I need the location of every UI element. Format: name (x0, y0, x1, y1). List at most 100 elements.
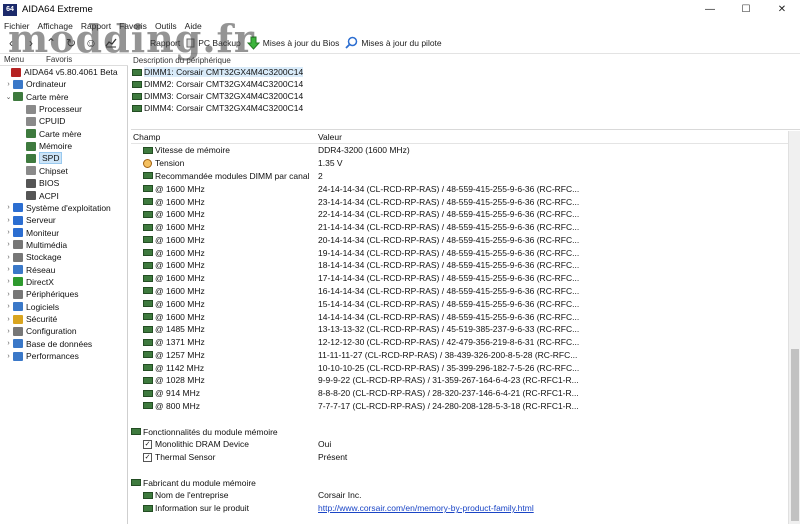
memory-module-icon (143, 198, 153, 205)
refresh-icon[interactable]: ↻ (62, 34, 80, 52)
tab-menu[interactable]: Menu (4, 55, 24, 64)
tree-item[interactable]: › Système d'exploitation (4, 202, 110, 214)
device-item[interactable]: DIMM4: Corsair CMT32GX4M4C3200C14 (131, 102, 800, 114)
device-item[interactable]: DIMM1: Corsair CMT32GX4M4C3200C14 (131, 66, 800, 78)
tree-item[interactable]: Mémoire (26, 140, 72, 152)
tree-item[interactable]: › Moniteur (4, 227, 59, 239)
tree-item[interactable]: Carte mère (26, 128, 82, 140)
table-row: ✓ Thermal Sensor Présent (131, 451, 788, 464)
up-icon[interactable]: ⌃ (42, 34, 60, 52)
column-header-value[interactable]: Valeur (318, 132, 342, 142)
memory-module-icon (132, 92, 142, 100)
tree-item[interactable]: Chipset (26, 165, 68, 177)
download-arrow-icon (246, 36, 260, 50)
tree-expander-icon[interactable]: › (4, 81, 13, 88)
tree-item[interactable]: › Sécurité (4, 313, 57, 325)
tree-item[interactable]: ⌄ Carte mère (4, 91, 69, 103)
field-label: @ 1600 MHz (155, 196, 205, 207)
driver-update-button[interactable]: Mises à jour du pilote (345, 34, 442, 52)
value-cell: 2 (318, 170, 323, 181)
tree-item[interactable]: › Logiciels (4, 301, 59, 313)
tree-expander-icon[interactable]: › (4, 353, 13, 360)
chart-icon[interactable] (102, 34, 120, 52)
menu-affichage[interactable]: Affichage (38, 21, 73, 31)
tree-expander-icon[interactable]: › (4, 303, 13, 310)
value-cell: Corsair Inc. (318, 490, 362, 501)
close-button[interactable]: ✕ (764, 0, 800, 19)
menu-aide[interactable]: Aide (185, 21, 202, 31)
value-cell: 23-14-14-34 (CL-RCD-RP-RAS) / 48-559-415… (318, 196, 580, 207)
field-cell: @ 1600 MHz (143, 248, 205, 258)
tree-expander-icon[interactable]: › (4, 254, 13, 261)
tree-item[interactable]: › Performances (4, 350, 79, 362)
table-row: @ 1600 MHz 23-14-14-34 (CL-RCD-RP-RAS) / … (131, 195, 788, 208)
scrollbar-thumb[interactable] (791, 349, 799, 521)
tree-expander-icon[interactable]: › (4, 328, 13, 335)
tree-expander-icon[interactable]: › (4, 316, 13, 323)
menu-rapport[interactable]: Rapport (81, 21, 111, 31)
device-item[interactable]: DIMM3: Corsair CMT32GX4M4C3200C14 (131, 90, 800, 102)
tree-item[interactable]: BIOS (26, 177, 59, 189)
tree-item[interactable]: › Multimédia (4, 239, 67, 251)
tree-item[interactable]: Processeur (26, 103, 82, 115)
back-icon[interactable]: ‹ (2, 34, 20, 52)
tree-expander-icon[interactable]: › (4, 229, 13, 236)
tree-item[interactable]: › Réseau (4, 264, 55, 276)
device-description-header: Description du périphérique (133, 55, 231, 65)
tree-expander-icon[interactable]: › (4, 241, 13, 248)
tree-item-label: Carte mère (39, 128, 82, 139)
value-cell: 13-13-13-32 (CL-RCD-RP-RAS) / 45-519-385… (318, 324, 580, 335)
device-item-label: DIMM1: Corsair CMT32GX4M4C3200C14 (144, 67, 304, 77)
tree-item-icon (26, 129, 36, 139)
tree-item[interactable]: › Serveur (4, 214, 55, 226)
tree-item[interactable]: SPD (26, 152, 63, 165)
menu-outils[interactable]: Outils (155, 21, 177, 31)
backup-icon (186, 38, 195, 47)
table-row: @ 1142 MHz 10-10-10-25 (CL-RCD-RP-RAS) / … (131, 361, 788, 374)
product-info-link[interactable]: http://www.corsair.com/en/memory-by-prod… (318, 503, 534, 513)
tree-item[interactable]: › Configuration (4, 325, 76, 337)
forward-icon[interactable]: › (22, 34, 40, 52)
menu-favoris[interactable]: Favoris (119, 21, 147, 31)
field-cell: @ 800 MHz (143, 401, 200, 411)
tree-item[interactable]: › Stockage (4, 251, 61, 263)
tree-expander-icon[interactable]: › (4, 340, 13, 347)
tree-item-icon (13, 289, 23, 299)
tab-favoris[interactable]: Favoris (46, 55, 72, 64)
tree-item[interactable]: CPUID (26, 115, 65, 127)
tree-expander-icon[interactable]: › (4, 217, 13, 224)
column-header-field[interactable]: Champ (133, 132, 160, 142)
tree-item[interactable]: › Périphériques (4, 288, 78, 300)
tree-item[interactable]: AIDA64 v5.80.4061 Beta (2, 66, 118, 78)
navigation-tree: AIDA64 v5.80.4061 Beta › Ordinateur ⌄ Carte … (0, 66, 128, 524)
vertical-scrollbar[interactable] (788, 131, 800, 524)
device-item-label: DIMM4: Corsair CMT32GX4M4C3200C14 (144, 103, 304, 113)
tree-item[interactable]: › DirectX (4, 276, 54, 288)
details-table: Vitesse de mémoire DDR4-3200 (1600 MHz) Te… (131, 144, 788, 524)
field-cell: @ 1600 MHz (143, 273, 205, 283)
tree-expander-icon[interactable]: › (4, 291, 13, 298)
device-item[interactable]: DIMM2: Corsair CMT32GX4M4C3200C14 (131, 78, 800, 90)
pc-backup-button[interactable]: PC Backup (186, 34, 241, 52)
tree-expander-icon[interactable]: › (4, 204, 13, 211)
table-row: @ 1600 MHz 19-14-14-34 (CL-RCD-RP-RAS) / … (131, 246, 788, 259)
tree-item[interactable]: ACPI (26, 190, 59, 202)
field-label: @ 1371 MHz (155, 337, 205, 348)
tree-expander-icon[interactable]: › (4, 278, 13, 285)
minimize-button[interactable]: — (692, 0, 728, 19)
rapport-button-label: Rapport (150, 37, 181, 48)
tree-item[interactable]: › Base de données (4, 338, 92, 350)
table-section-header: Fonctionnalités du module mémoire (131, 425, 788, 438)
tree-item-icon (13, 351, 23, 361)
user-icon[interactable]: ☺ (82, 34, 100, 52)
value-cell: Oui (318, 439, 332, 450)
rapport-button[interactable]: Rapport (150, 34, 180, 52)
tree-expander-icon[interactable]: › (4, 266, 13, 273)
tree-item[interactable]: › Ordinateur (4, 78, 66, 90)
tree-expander-icon[interactable]: ⌄ (4, 93, 13, 101)
bios-update-button[interactable]: Mises à jour du Bios (246, 34, 339, 52)
tree-item-label: Performances (26, 351, 79, 362)
maximize-button[interactable]: ☐ (728, 0, 764, 19)
menu-fichier[interactable]: Fichier (4, 21, 30, 31)
toolbar: ‹ › ⌃ ↻ ☺ Rapport PC Backup Mises à jour… (0, 32, 800, 54)
